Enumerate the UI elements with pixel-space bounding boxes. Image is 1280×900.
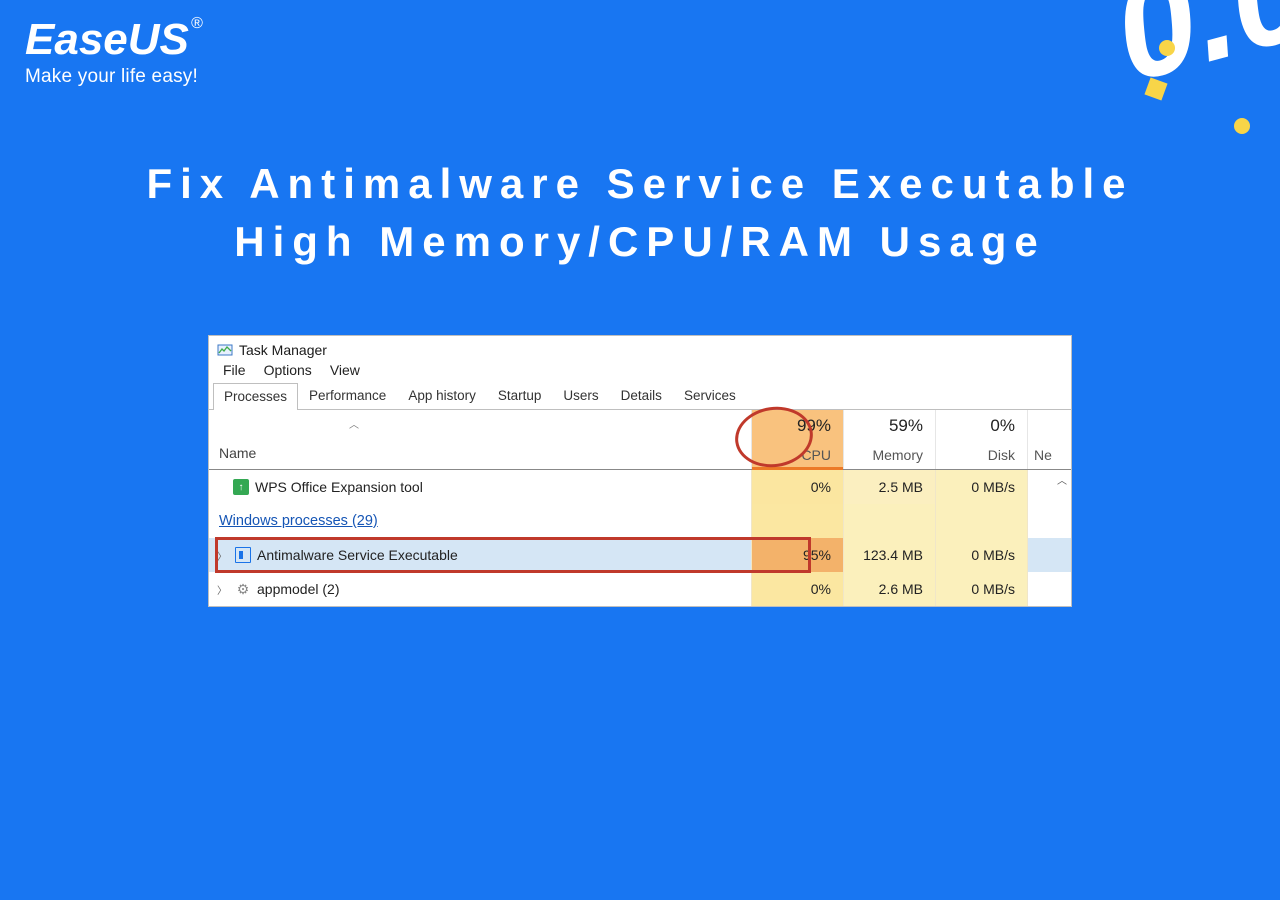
menu-bar: File Options View bbox=[209, 360, 1071, 382]
cell-network bbox=[1027, 538, 1071, 572]
cell-memory bbox=[843, 504, 935, 538]
expand-icon[interactable]: 〉 bbox=[217, 582, 227, 597]
title-line-2: High Memory/CPU/RAM Usage bbox=[50, 218, 1230, 266]
memory-label: Memory bbox=[848, 447, 923, 463]
scroll-up-icon[interactable]: ︿ bbox=[1057, 472, 1067, 487]
brand-tagline: Make your life easy! bbox=[25, 66, 201, 88]
cell-network bbox=[1027, 504, 1071, 538]
process-name: WPS Office Expansion tool bbox=[255, 479, 423, 495]
process-group-header[interactable]: Windows processes (29) bbox=[209, 504, 1071, 538]
disk-percent: 0% bbox=[940, 416, 1015, 436]
tab-details[interactable]: Details bbox=[610, 382, 673, 409]
window-titlebar: Task Manager bbox=[209, 336, 1071, 360]
column-name-label: Name bbox=[219, 445, 256, 461]
menu-options[interactable]: Options bbox=[264, 362, 312, 378]
tab-users[interactable]: Users bbox=[552, 382, 609, 409]
table-row[interactable]: 〉 ⚙ appmodel (2) 0% 2.6 MB 0 MB/s bbox=[209, 572, 1071, 606]
defender-icon bbox=[235, 547, 251, 563]
cell-disk: 0 MB/s bbox=[935, 470, 1027, 504]
table-row[interactable]: 〉 Antimalware Service Executable 95% 123… bbox=[209, 538, 1071, 572]
group-label: Windows processes (29) bbox=[219, 513, 378, 529]
process-name: Antimalware Service Executable bbox=[257, 547, 458, 563]
table-row[interactable]: ↑ WPS Office Expansion tool 0% 2.5 MB 0 … bbox=[209, 470, 1071, 504]
column-name[interactable]: ︿ Name bbox=[209, 410, 751, 469]
tab-startup[interactable]: Startup bbox=[487, 382, 553, 409]
cell-memory: 123.4 MB bbox=[843, 538, 935, 572]
brand-name: EaseUS bbox=[25, 15, 189, 64]
tab-services[interactable]: Services bbox=[673, 382, 747, 409]
window-title: Task Manager bbox=[239, 342, 327, 358]
cell-cpu: 95% bbox=[751, 538, 843, 572]
cell-memory: 2.5 MB bbox=[843, 470, 935, 504]
title-line-1: Fix Antimalware Service Executable bbox=[50, 160, 1230, 208]
cell-network bbox=[1027, 572, 1071, 606]
tab-performance[interactable]: Performance bbox=[298, 382, 397, 409]
expand-icon[interactable]: 〉 bbox=[217, 548, 227, 563]
cell-cpu: 0% bbox=[751, 572, 843, 606]
app-icon: ↑ bbox=[233, 479, 249, 495]
tab-app-history[interactable]: App history bbox=[397, 382, 487, 409]
cell-memory: 2.6 MB bbox=[843, 572, 935, 606]
gear-icon: ⚙ bbox=[235, 581, 251, 597]
sort-caret-icon: ︿ bbox=[349, 416, 359, 431]
task-manager-window: Task Manager File Options View Processes… bbox=[208, 335, 1072, 607]
brand-logo: EaseUS® Make your life easy! bbox=[25, 18, 201, 88]
process-list: ︿ ↑ WPS Office Expansion tool 0% 2.5 MB … bbox=[209, 470, 1071, 606]
column-network[interactable]: Ne bbox=[1027, 410, 1071, 469]
column-disk[interactable]: 0% Disk bbox=[935, 410, 1027, 469]
tab-bar: Processes Performance App history Startu… bbox=[209, 382, 1071, 410]
process-name: appmodel (2) bbox=[257, 581, 340, 597]
page-title: Fix Antimalware Service Executable High … bbox=[0, 160, 1280, 266]
cell-cpu: 0% bbox=[751, 470, 843, 504]
disk-label: Disk bbox=[940, 447, 1015, 463]
cpu-percent: 99% bbox=[756, 416, 831, 436]
column-memory[interactable]: 59% Memory bbox=[843, 410, 935, 469]
cell-disk bbox=[935, 504, 1027, 538]
column-headers: ︿ Name 99% CPU 59% Memory 0% Disk Ne bbox=[209, 410, 1071, 470]
tab-processes[interactable]: Processes bbox=[213, 383, 298, 410]
cell-cpu bbox=[751, 504, 843, 538]
column-cpu[interactable]: 99% CPU bbox=[751, 410, 843, 469]
network-label: Ne bbox=[1034, 447, 1059, 463]
memory-percent: 59% bbox=[848, 416, 923, 436]
decoration-dot bbox=[1159, 40, 1175, 56]
menu-view[interactable]: View bbox=[330, 362, 360, 378]
task-manager-icon bbox=[217, 342, 233, 358]
cell-disk: 0 MB/s bbox=[935, 572, 1027, 606]
cpu-label: CPU bbox=[756, 447, 831, 463]
cell-disk: 0 MB/s bbox=[935, 538, 1027, 572]
registered-mark: ® bbox=[191, 15, 203, 32]
decoration-dot bbox=[1234, 118, 1250, 134]
menu-file[interactable]: File bbox=[223, 362, 246, 378]
decoration-shape: 0.0 bbox=[1098, 0, 1280, 114]
